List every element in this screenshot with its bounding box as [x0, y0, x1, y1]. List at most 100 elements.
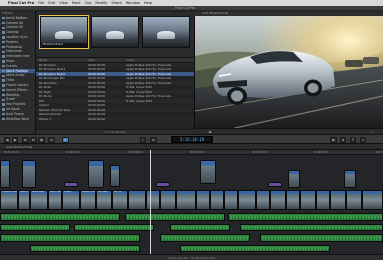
title-clip[interactable] — [64, 182, 78, 187]
toolbar-button[interactable]: ◀ — [4, 137, 11, 143]
clip-label: Phantom Board — [2, 190, 18, 193]
video-clip[interactable] — [330, 190, 346, 210]
title-clip[interactable] — [156, 182, 170, 187]
thumb-car — [156, 30, 176, 39]
thumb-caption: Phantom Board — [42, 43, 87, 47]
filmstrip-thumb[interactable] — [142, 16, 190, 48]
audio-clip[interactable] — [160, 234, 250, 242]
audio-waveform — [31, 248, 139, 251]
event-icon — [2, 98, 5, 101]
video-clip[interactable]: Phantom Board — [0, 190, 18, 210]
column-header-codec[interactable]: Codec — [126, 58, 194, 61]
video-clip[interactable] — [196, 190, 210, 210]
audio-clip[interactable] — [180, 245, 330, 252]
toolbar-button[interactable]: ⊟ — [30, 137, 37, 143]
video-clip[interactable] — [286, 190, 300, 210]
playhead[interactable] — [150, 150, 151, 254]
video-clip[interactable] — [238, 190, 256, 210]
toolbar-button[interactable]: ▶ — [12, 137, 19, 143]
video-clip[interactable] — [224, 190, 238, 210]
toolbar-button[interactable]: ⤓ — [140, 137, 146, 143]
audio-clip[interactable] — [0, 224, 70, 231]
audio-waveform — [241, 227, 382, 230]
video-clip[interactable] — [270, 190, 286, 210]
clip-list-rows: R1 Phantom 00:00:00:00 Apple ProRes 422 HQ… — [36, 62, 194, 121]
toolbar-button[interactable]: ≡ — [48, 137, 55, 143]
column-header-start[interactable]: Start — [88, 58, 126, 61]
audio-clip[interactable] — [30, 245, 140, 252]
event-icon — [2, 74, 5, 77]
video-clip[interactable] — [256, 190, 270, 210]
toolbar-button[interactable]: T — [350, 137, 356, 143]
video-clip[interactable] — [88, 160, 104, 188]
event-icon — [2, 21, 5, 25]
audio-waveform — [1, 216, 119, 220]
event-icon — [2, 84, 5, 87]
audio-waveform — [171, 227, 229, 230]
video-clip[interactable] — [146, 190, 160, 210]
video-clip[interactable] — [362, 190, 383, 210]
audio-clip[interactable] — [170, 224, 230, 231]
event-icon — [2, 79, 5, 82]
video-clip[interactable]: Sfx Hit — [112, 190, 128, 210]
toolbar-button[interactable]: A — [340, 137, 347, 143]
video-clip[interactable]: Blade Pass — [30, 190, 48, 210]
audio-clip[interactable] — [125, 213, 225, 221]
ruler-tick: 00:00:00:00 — [4, 151, 19, 154]
video-clip[interactable] — [110, 165, 120, 187]
toolbar-button[interactable]: ✂ — [62, 137, 69, 143]
timecode-display[interactable]: 2:15:14:19 — [171, 135, 213, 143]
timeline-ruler[interactable]: 00:00:00:00 00:00:10:00 00:00:20:00 00:00:3… — [0, 150, 383, 155]
ruler-tick: 00:00:20:00 — [128, 151, 143, 154]
event-icon — [2, 112, 5, 116]
toolbar-button[interactable]: ◐ — [330, 137, 337, 143]
video-clip[interactable] — [316, 190, 330, 210]
clip-list: Name Start Codec R1 Phantom 00:00:00:00 Ap… — [36, 58, 194, 134]
column-header-name[interactable]: Name — [36, 58, 88, 61]
audio-clip[interactable] — [228, 213, 383, 221]
video-clip[interactable]: Gravel Crunch — [80, 190, 96, 210]
library-sidebar: Library Aerial Bottom Camera 4K Camera 4K Co… — [0, 11, 36, 134]
video-clip[interactable]: Car Pass — [96, 190, 112, 210]
video-clip[interactable] — [0, 160, 10, 188]
video-clip[interactable]: Audi Flash — [48, 190, 62, 210]
clip-row[interactable]: Woosh 1 00:00:00:00 — [36, 116, 194, 121]
video-clip[interactable] — [300, 190, 316, 210]
audio-clip[interactable] — [74, 224, 154, 231]
filmstrip-thumb[interactable] — [91, 16, 139, 48]
audio-waveform — [161, 237, 249, 241]
event-icon — [2, 69, 5, 73]
audio-clip[interactable] — [260, 234, 383, 242]
audio-clip[interactable] — [0, 213, 120, 221]
toolbar-button[interactable]: ♪ — [360, 137, 367, 143]
sidebar-item[interactable]: Workflow Work — [0, 117, 35, 122]
video-clip[interactable] — [344, 170, 356, 188]
clip-label: Slomo 01 — [20, 190, 30, 193]
video-clip[interactable]: Slomo 01 — [18, 190, 30, 210]
event-icon — [2, 88, 5, 92]
video-clip[interactable] — [160, 190, 176, 210]
video-clip[interactable] — [346, 190, 362, 210]
video-clip[interactable] — [22, 160, 36, 188]
clip-label: Gravel Crunch — [82, 190, 96, 193]
toolbar-button[interactable]: ⊕ — [22, 137, 29, 143]
audio-waveform — [229, 216, 382, 220]
clip-label: Audi Flash — [50, 190, 62, 193]
video-clip[interactable]: Impact — [62, 190, 80, 210]
clip-label: Car Pass — [98, 190, 108, 193]
video-clip[interactable] — [200, 160, 216, 184]
video-clip[interactable] — [288, 170, 300, 188]
video-clip[interactable] — [128, 190, 146, 210]
title-clip[interactable] — [268, 182, 282, 187]
clip-label: Blade Pass — [32, 190, 44, 193]
event-icon — [2, 36, 5, 39]
toolbar-button[interactable]: ⇄ — [150, 137, 157, 143]
toolbar-button[interactable]: ▤ — [38, 137, 46, 143]
audio-clip[interactable] — [240, 224, 383, 231]
filmstrip-thumb[interactable]: Phantom Board — [39, 15, 89, 49]
video-clip[interactable] — [176, 190, 196, 210]
video-clip[interactable] — [210, 190, 224, 210]
event-icon — [2, 17, 5, 20]
audio-clip[interactable] — [0, 234, 140, 242]
event-icon — [2, 50, 5, 53]
